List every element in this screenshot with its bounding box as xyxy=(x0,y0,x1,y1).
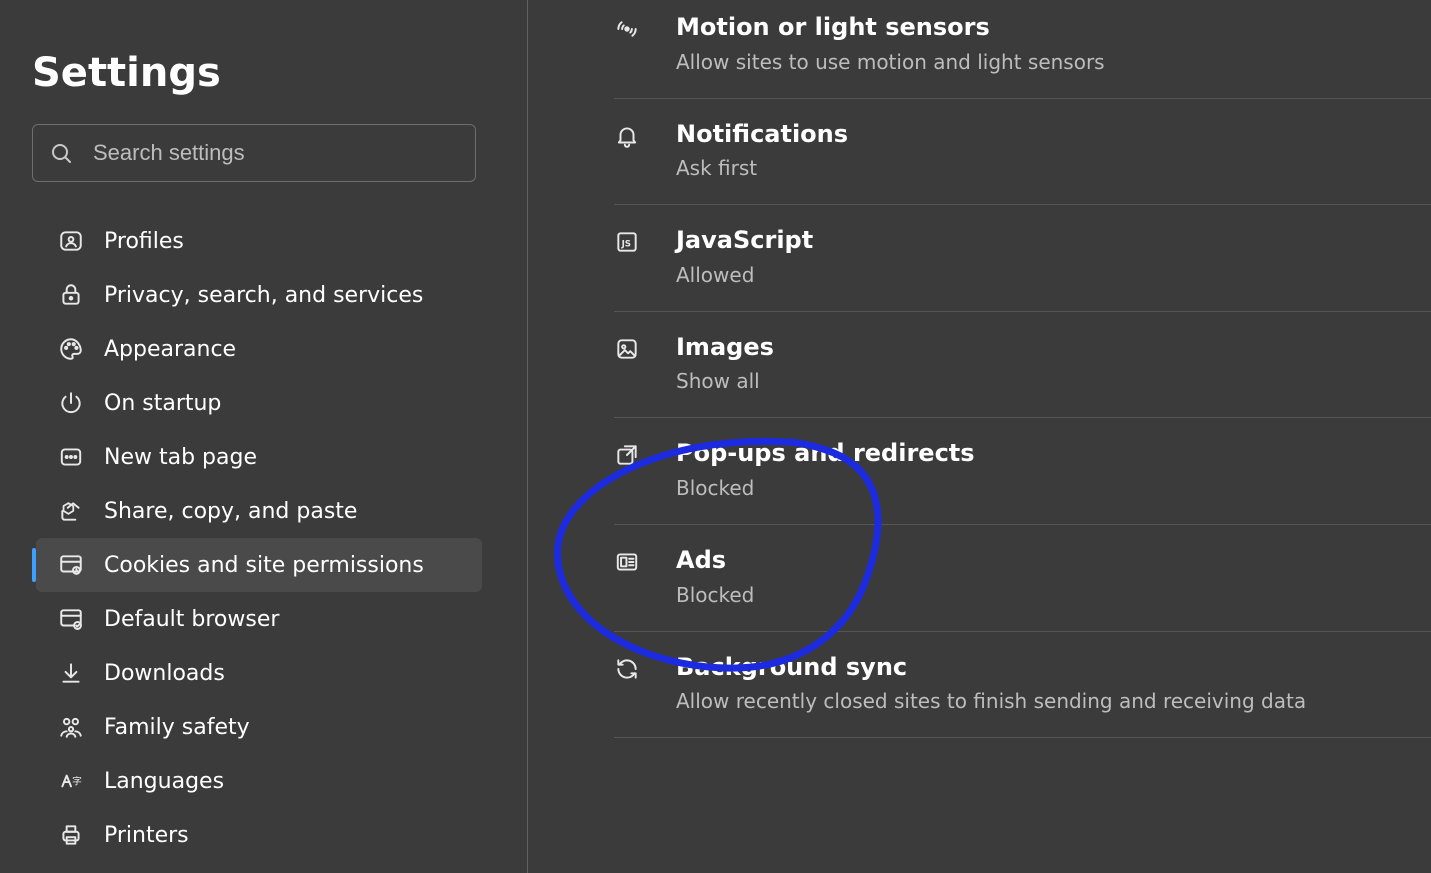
nav-label: Printers xyxy=(104,823,189,848)
perm-desc: Allow recently closed sites to finish se… xyxy=(676,689,1306,713)
browser-icon xyxy=(58,606,84,632)
nav-label: Cookies and site permissions xyxy=(104,553,424,578)
nav-label: Profiles xyxy=(104,229,184,254)
nav-item-startup[interactable]: On startup xyxy=(36,376,482,430)
settings-nav: Profiles Privacy, search, and services A… xyxy=(32,214,503,862)
nav-item-profiles[interactable]: Profiles xyxy=(36,214,482,268)
profile-icon xyxy=(58,228,84,254)
nav-label: New tab page xyxy=(104,445,257,470)
perm-text: Images Show all xyxy=(676,334,774,394)
palette-icon xyxy=(58,336,84,362)
perm-text: Motion or light sensors Allow sites to u… xyxy=(676,14,1105,74)
popup-icon xyxy=(614,442,640,468)
nav-label: Appearance xyxy=(104,337,236,362)
lock-icon xyxy=(58,282,84,308)
permissions-list: Motion or light sensors Allow sites to u… xyxy=(614,0,1431,738)
power-icon xyxy=(58,390,84,416)
perm-desc: Blocked xyxy=(676,476,975,500)
perm-desc: Allowed xyxy=(676,263,813,287)
javascript-icon: JS xyxy=(614,229,640,255)
nav-item-default-browser[interactable]: Default browser xyxy=(36,592,482,646)
nav-item-languages[interactable]: 字 Languages xyxy=(36,754,482,808)
perm-title: Ads xyxy=(676,547,754,575)
nav-label: Family safety xyxy=(104,715,250,740)
ads-icon xyxy=(614,549,640,575)
svg-text:字: 字 xyxy=(72,774,82,787)
perm-desc: Allow sites to use motion and light sens… xyxy=(676,50,1105,74)
perm-title: Pop-ups and redirects xyxy=(676,440,975,468)
permissions-panel: Motion or light sensors Allow sites to u… xyxy=(528,0,1431,873)
sync-icon xyxy=(614,656,640,682)
image-icon xyxy=(614,336,640,362)
perm-item-javascript[interactable]: JS JavaScript Allowed xyxy=(614,205,1431,312)
nav-item-appearance[interactable]: Appearance xyxy=(36,322,482,376)
perm-item-motion-sensors[interactable]: Motion or light sensors Allow sites to u… xyxy=(614,0,1431,99)
nav-item-printers[interactable]: Printers xyxy=(36,808,482,862)
nav-item-privacy[interactable]: Privacy, search, and services xyxy=(36,268,482,322)
perm-text: Background sync Allow recently closed si… xyxy=(676,654,1306,714)
search-settings-box[interactable] xyxy=(32,124,476,182)
nav-label: Languages xyxy=(104,769,224,794)
perm-title: Background sync xyxy=(676,654,1306,682)
perm-desc: Ask first xyxy=(676,156,848,180)
perm-item-images[interactable]: Images Show all xyxy=(614,312,1431,419)
perm-desc: Blocked xyxy=(676,583,754,607)
perm-title: Motion or light sensors xyxy=(676,14,1105,42)
settings-sidebar: Settings Profiles xyxy=(0,0,528,873)
motion-sensor-icon xyxy=(614,16,640,42)
perm-title: JavaScript xyxy=(676,227,813,255)
perm-text: JavaScript Allowed xyxy=(676,227,813,287)
cookies-icon xyxy=(58,552,84,578)
new-tab-icon xyxy=(58,444,84,470)
family-icon xyxy=(58,714,84,740)
perm-item-ads[interactable]: Ads Blocked xyxy=(614,525,1431,632)
perm-title: Notifications xyxy=(676,121,848,149)
download-icon xyxy=(58,660,84,686)
nav-label: Downloads xyxy=(104,661,225,686)
search-settings-input[interactable] xyxy=(93,140,459,166)
perm-item-popups[interactable]: Pop-ups and redirects Blocked xyxy=(614,418,1431,525)
perm-item-notifications[interactable]: Notifications Ask first xyxy=(614,99,1431,206)
perm-item-background-sync[interactable]: Background sync Allow recently closed si… xyxy=(614,632,1431,739)
perm-text: Ads Blocked xyxy=(676,547,754,607)
nav-label: Share, copy, and paste xyxy=(104,499,357,524)
settings-title: Settings xyxy=(32,50,503,96)
svg-text:JS: JS xyxy=(621,240,631,250)
language-icon: 字 xyxy=(58,768,84,794)
perm-desc: Show all xyxy=(676,369,774,393)
nav-item-cookies[interactable]: Cookies and site permissions xyxy=(36,538,482,592)
perm-title: Images xyxy=(676,334,774,362)
nav-label: Privacy, search, and services xyxy=(104,283,423,308)
nav-item-share[interactable]: Share, copy, and paste xyxy=(36,484,482,538)
bell-icon xyxy=(614,123,640,149)
share-icon xyxy=(58,498,84,524)
search-icon xyxy=(49,141,73,165)
nav-label: On startup xyxy=(104,391,221,416)
nav-item-downloads[interactable]: Downloads xyxy=(36,646,482,700)
perm-text: Pop-ups and redirects Blocked xyxy=(676,440,975,500)
nav-item-family[interactable]: Family safety xyxy=(36,700,482,754)
perm-text: Notifications Ask first xyxy=(676,121,848,181)
printer-icon xyxy=(58,822,84,848)
nav-label: Default browser xyxy=(104,607,279,632)
nav-item-newtab[interactable]: New tab page xyxy=(36,430,482,484)
